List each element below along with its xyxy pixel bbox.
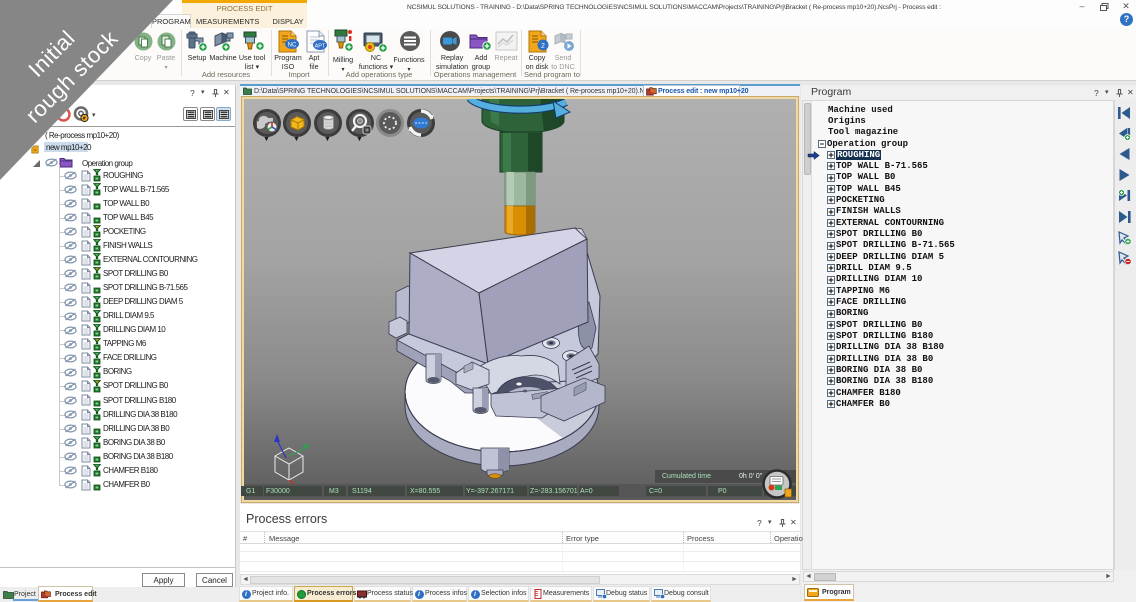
svg-text:NC: NC: [288, 43, 297, 49]
svg-text:APT: APT: [315, 44, 326, 50]
svg-text:2: 2: [541, 43, 545, 50]
